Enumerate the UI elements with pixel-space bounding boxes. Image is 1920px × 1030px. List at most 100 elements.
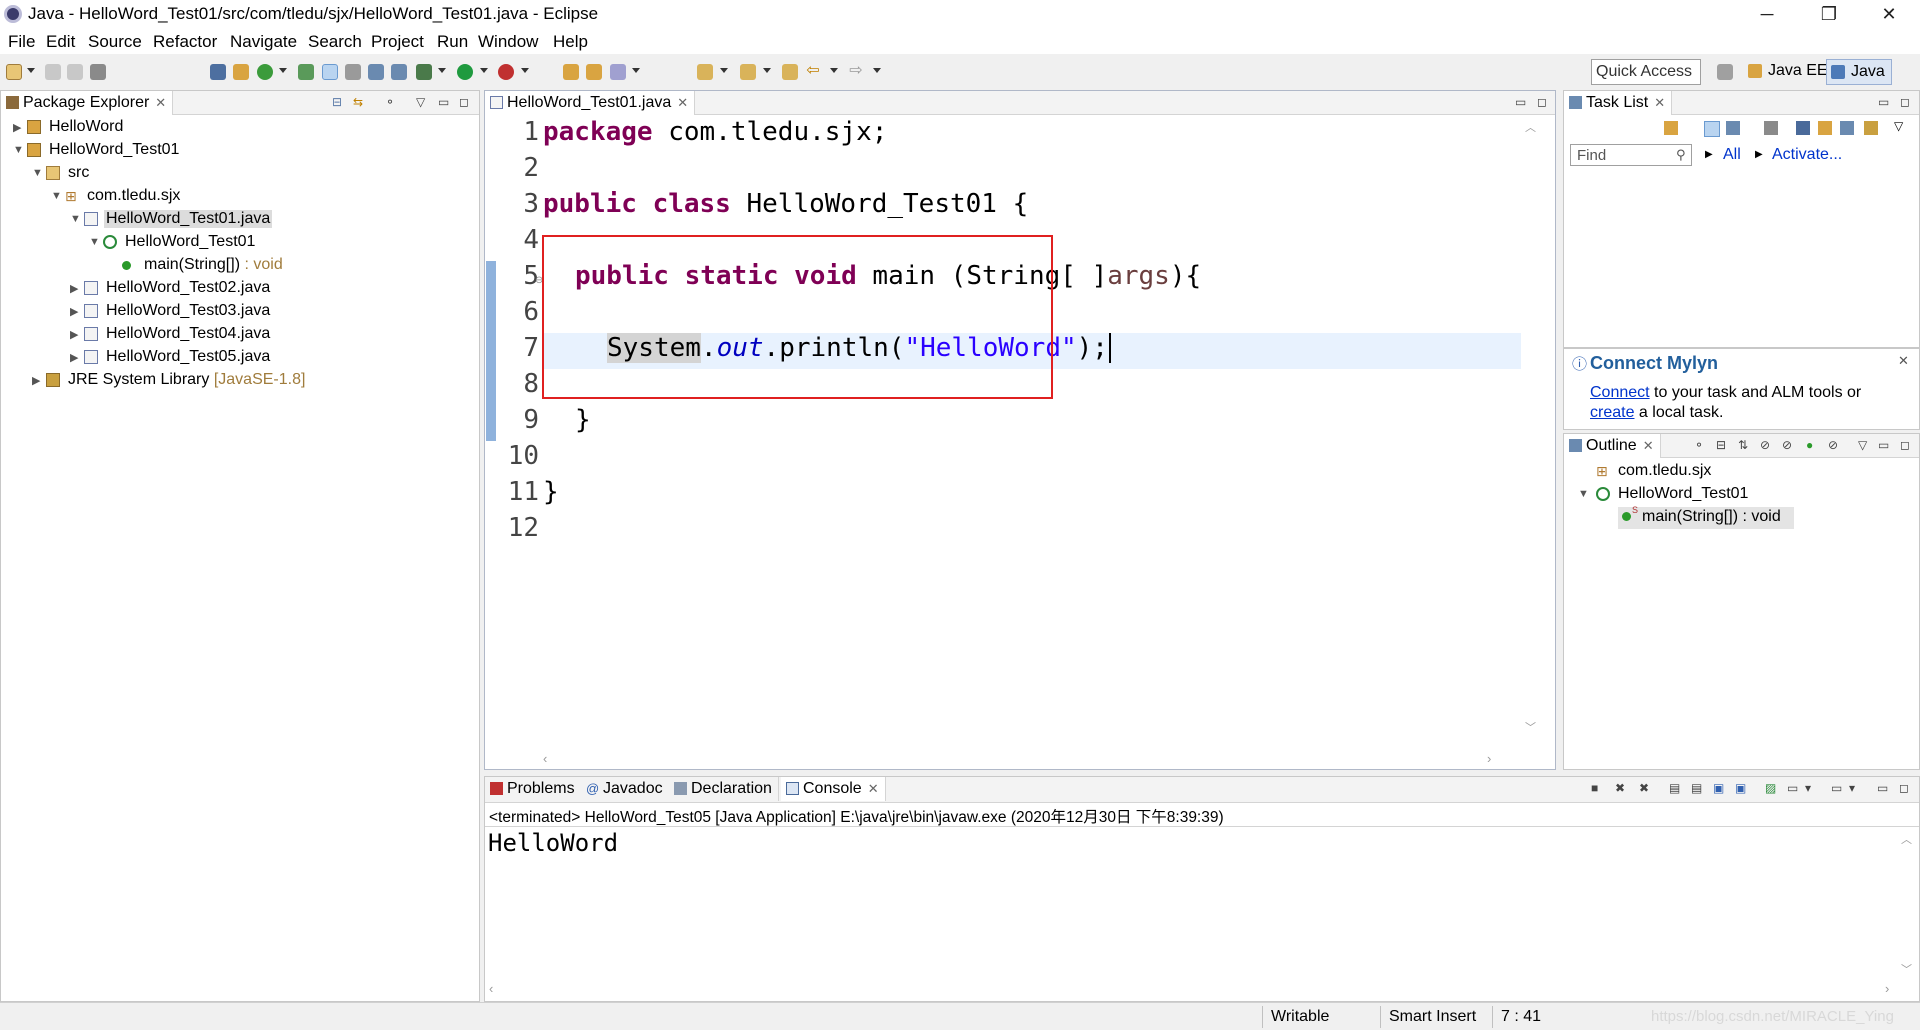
connect-link[interactable]: Connect [1590,384,1650,401]
tree-item[interactable]: ▼ src [1,163,471,185]
scheduled-icon[interactable] [1726,121,1740,135]
scroll-lock-icon[interactable]: ▤ [1691,781,1702,795]
hide-local-types-icon[interactable]: ⊘ [1828,438,1838,452]
search-icon[interactable]: ⚲ [1676,147,1686,163]
external-tools-icon[interactable] [498,64,514,80]
tab-problems[interactable]: Problems [485,777,582,801]
focus-icon[interactable] [1864,121,1878,135]
restore-button[interactable]: ❐ [1806,0,1852,28]
minimize-icon[interactable]: ▭ [1878,438,1889,452]
debug-dropdown-icon[interactable] [438,68,446,73]
scroll-down-icon[interactable]: ﹀ [1525,719,1536,735]
mark-occurrences-icon[interactable] [322,64,338,80]
save-icon[interactable] [45,64,61,80]
prev-annotation-dropdown-icon[interactable] [763,68,771,73]
tree-item[interactable]: ▶ HelloWord_Test04.java [1,324,471,346]
minimize-icon[interactable]: ▭ [1515,95,1526,109]
chevron-down-icon[interactable]: ▼ [51,190,62,202]
open-project-icon[interactable] [563,64,579,80]
pen-dropdown-icon[interactable] [632,68,640,73]
maximize-icon[interactable]: ◻ [1900,438,1910,452]
view-menu-dropdown-icon[interactable]: ▽ [1894,119,1903,133]
menu-edit[interactable]: Edit [46,32,75,52]
close-button[interactable]: ✕ [1866,0,1912,28]
tree-item[interactable]: ▶ HelloWord [1,117,471,139]
new-task-icon[interactable] [1664,121,1678,135]
chevron-down-icon[interactable]: ▼ [89,236,100,248]
close-tab-icon[interactable]: ✕ [677,95,688,110]
menu-file[interactable]: File [8,32,35,52]
view-menu-icon[interactable]: ⚬ [385,95,395,109]
search-icon[interactable] [345,64,361,80]
tab-package-explorer[interactable]: Package Explorer ✕ [1,91,174,115]
save-all-icon[interactable] [67,64,83,80]
hide-static-icon[interactable]: ⊘ [1760,438,1770,452]
new-class-dropdown-icon[interactable] [279,68,287,73]
next-annotation-icon[interactable] [697,64,713,80]
open-console-dropdown-icon[interactable]: ▾ [1849,781,1855,795]
close-icon[interactable]: ✕ [1898,353,1909,369]
remove-launch-icon[interactable]: ✖ [1615,781,1625,795]
tree-item[interactable]: ▼ HelloWord_Test01.java [1,209,471,231]
perspective-java-ee[interactable]: Java EE [1744,59,1834,85]
prev-annotation-icon[interactable] [740,64,756,80]
forward-dropdown-icon[interactable] [873,68,881,73]
close-tab-icon[interactable]: ✕ [1643,438,1654,453]
debug-icon[interactable] [416,64,432,80]
filter-tasks-icon[interactable] [1818,121,1832,135]
open-perspective-icon[interactable] [1717,64,1733,80]
view-menu-dropdown-icon[interactable]: ▽ [416,95,425,109]
menu-source[interactable]: Source [88,32,142,52]
remove-all-launches-icon[interactable]: ✖ [1639,781,1649,795]
minimize-icon[interactable]: ▭ [438,95,449,109]
menu-navigate[interactable]: Navigate [230,32,297,52]
print-icon[interactable] [90,64,106,80]
tree-item[interactable]: ▶ HelloWord_Test03.java [1,301,471,323]
chevron-down-icon[interactable]: ▼ [13,144,24,156]
link-with-editor-icon[interactable]: ⇆ [353,95,363,109]
quick-access-input[interactable]: Quick Access [1591,59,1701,85]
outline-item[interactable]: ▼ HelloWord_Test01 [1564,484,1864,506]
horizontal-scrollbar[interactable]: ‹ › [543,751,1503,769]
tree-item[interactable]: ▼ HelloWord_Test01 [1,232,471,254]
public-members-icon[interactable]: ● [1806,438,1813,452]
chevron-right-icon[interactable]: ▶ [70,305,78,318]
maximize-icon[interactable]: ◻ [1899,781,1909,795]
tab-task-list[interactable]: Task List ✕ [1564,91,1673,115]
collapse-all-icon[interactable] [1840,121,1854,135]
console-output[interactable]: HelloWord [488,829,618,857]
scroll-left-icon[interactable]: ‹ [489,981,493,996]
open-folder-icon[interactable] [586,64,602,80]
menu-refactor[interactable]: Refactor [153,32,217,52]
toggle-breadcrumb-icon[interactable] [210,64,226,80]
next-annotation-dropdown-icon[interactable] [720,68,728,73]
menu-window[interactable]: Window [478,32,538,52]
new-java-class-icon[interactable] [257,64,273,80]
tree-item[interactable]: main(String[]) : void [1,255,471,277]
filter-completed-icon[interactable] [1796,121,1810,135]
external-tools-dropdown-icon[interactable] [521,68,529,73]
display-console-dropdown-icon[interactable]: ▾ [1805,781,1811,795]
open-type-icon[interactable] [298,64,314,80]
new-icon[interactable] [6,64,22,80]
chevron-down-icon[interactable]: ▼ [1578,488,1589,500]
maximize-icon[interactable]: ◻ [1900,95,1910,109]
block-selection-icon[interactable] [368,64,384,80]
close-tab-icon[interactable]: ✕ [868,781,879,796]
task-find-input[interactable]: Find [1570,144,1692,166]
menu-search[interactable]: Search [308,32,362,52]
scroll-left-icon[interactable]: ‹ [543,751,547,766]
view-menu-dropdown-icon[interactable]: ▽ [1858,438,1867,452]
scroll-right-icon[interactable]: › [1487,751,1491,766]
menu-project[interactable]: Project [371,32,424,52]
hide-nonpublic-icon[interactable]: ⊘ [1782,438,1792,452]
code-editor[interactable]: 1 2 3 4 5 6 7 8 9 10 11 12 package com.tledu.sjx; p… [499,115,1521,747]
clear-console-icon[interactable]: ▤ [1669,781,1680,795]
minimize-icon[interactable]: ▭ [1877,781,1888,795]
synchronize-icon[interactable] [1764,121,1778,135]
tab-editor-file[interactable]: HelloWord_Test01.java ✕ [485,91,696,115]
tree-item[interactable]: ▼ ⊞ com.tledu.sjx [1,186,471,208]
tree-item[interactable]: ▼ HelloWord_Test01 [1,140,471,162]
open-console-icon[interactable]: ▭ [1831,781,1842,795]
tree-item[interactable]: ▶ HelloWord_Test05.java [1,347,471,369]
